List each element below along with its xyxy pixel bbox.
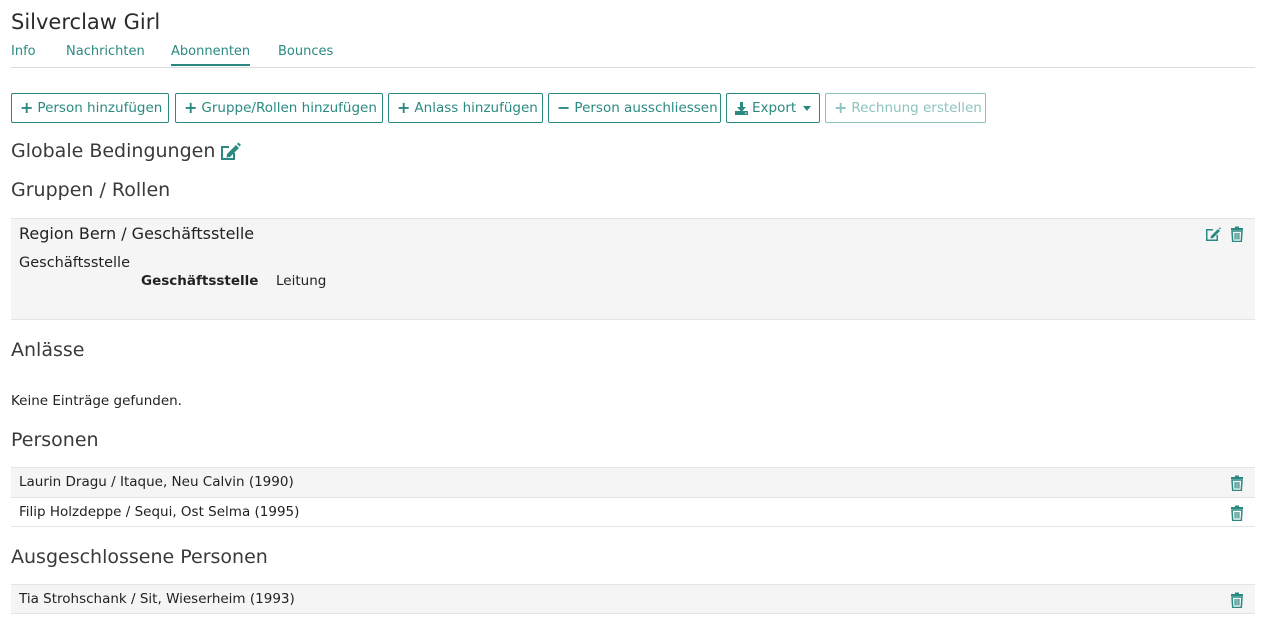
add-person-label: Person hinzufügen — [37, 100, 163, 116]
trash-icon[interactable] — [1229, 226, 1245, 242]
person-name: Laurin Dragu / Itaque, Neu Calvin (1990) — [19, 474, 294, 490]
group-role-value: Leitung — [276, 273, 327, 289]
plus-icon: + — [184, 98, 198, 117]
excluded-persons-heading: Ausgeschlossene Personen — [11, 546, 268, 568]
global-conditions-heading: Globale Bedingungen — [11, 139, 242, 163]
tab-nachrichten[interactable]: Nachrichten — [66, 43, 145, 66]
global-conditions-title: Globale Bedingungen — [11, 140, 216, 162]
tab-info[interactable]: Info — [11, 43, 36, 66]
chevron-down-icon — [803, 105, 812, 111]
plus-icon: + — [397, 98, 411, 117]
add-person-button[interactable]: + Person hinzufügen — [11, 93, 169, 123]
person-name: Filip Holzdeppe / Sequi, Ost Selma (1995… — [19, 504, 300, 520]
minus-icon: − — [557, 98, 571, 117]
add-event-label: Anlass hinzufügen — [414, 100, 538, 116]
group-title: Region Bern / Geschäftsstelle — [19, 224, 255, 243]
create-invoice-label: Rechnung erstellen — [851, 100, 982, 116]
plus-icon: + — [20, 98, 34, 117]
list-item: Filip Holzdeppe / Sequi, Ost Selma (1995… — [11, 497, 1255, 527]
add-group-roles-button[interactable]: + Gruppe/Rollen hinzufügen — [175, 93, 383, 123]
trash-icon[interactable] — [1229, 475, 1245, 491]
edit-icon[interactable] — [1205, 226, 1221, 242]
page-title: Silverclaw Girl — [11, 10, 161, 34]
list-item: Tia Strohschank / Sit, Wieserheim (1993) — [11, 584, 1255, 614]
group-subtitle: Geschäftsstelle — [19, 255, 130, 271]
groups-roles-heading: Gruppen / Rollen — [11, 179, 171, 201]
plus-icon: + — [834, 98, 848, 117]
download-icon — [735, 101, 748, 115]
export-dropdown-button[interactable]: Export — [726, 93, 820, 123]
persons-heading: Personen — [11, 429, 99, 451]
add-event-button[interactable]: + Anlass hinzufügen — [388, 93, 543, 123]
exclude-person-label: Person ausschliessen — [574, 100, 718, 116]
trash-icon[interactable] — [1229, 505, 1245, 521]
events-empty-message: Keine Einträge gefunden. — [11, 393, 182, 409]
add-group-roles-label: Gruppe/Rollen hinzufügen — [201, 100, 377, 116]
group-role-label: Geschäftsstelle — [141, 273, 259, 289]
tab-bar: Info Nachrichten Abonnenten Bounces — [11, 43, 1255, 68]
create-invoice-button[interactable]: + Rechnung erstellen — [825, 93, 986, 123]
group-actions — [1205, 226, 1245, 242]
tab-abonnenten[interactable]: Abonnenten — [171, 43, 251, 66]
events-heading: Anlässe — [11, 339, 85, 361]
persons-list: Laurin Dragu / Itaque, Neu Calvin (1990)… — [11, 467, 1255, 527]
exclude-person-button[interactable]: − Person ausschliessen — [548, 93, 721, 123]
group-card: Region Bern / Geschäftsstelle Geschäftss… — [11, 218, 1255, 320]
excluded-person-name: Tia Strohschank / Sit, Wieserheim (1993) — [19, 591, 295, 607]
trash-icon[interactable] — [1229, 592, 1245, 608]
excluded-persons-list: Tia Strohschank / Sit, Wieserheim (1993) — [11, 584, 1255, 614]
list-item: Laurin Dragu / Itaque, Neu Calvin (1990) — [11, 467, 1255, 497]
tab-bounces[interactable]: Bounces — [278, 43, 333, 66]
edit-icon[interactable] — [219, 142, 242, 162]
export-label: Export — [752, 100, 797, 116]
